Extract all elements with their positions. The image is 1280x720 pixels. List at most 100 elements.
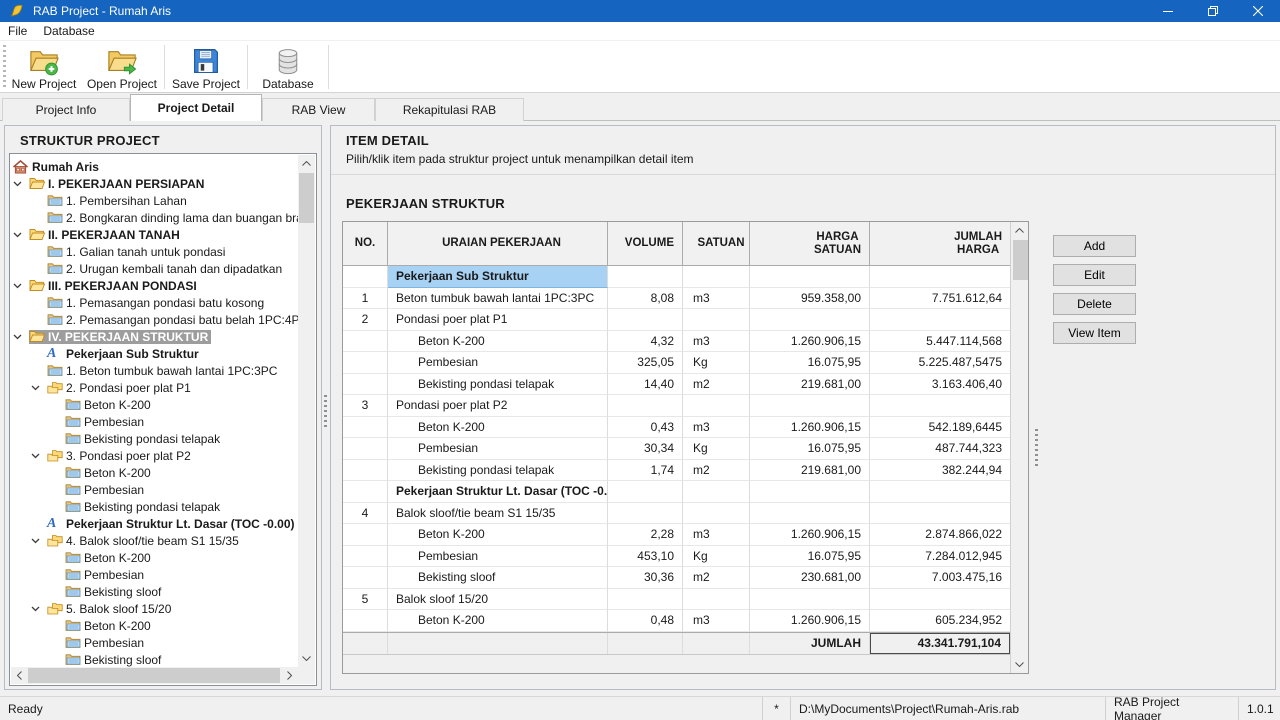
scroll-right-icon[interactable] (281, 667, 298, 684)
chevron-down-icon[interactable] (31, 385, 47, 391)
table-row[interactable]: Pekerjaan Struktur Lt. Dasar (TOC -0.00) (343, 481, 1010, 503)
tab-project-info[interactable]: Project Info (2, 98, 130, 121)
new-project-button[interactable]: New Project (6, 43, 82, 91)
restore-button[interactable] (1190, 0, 1235, 22)
tree-item-label: 3. Pondasi poer plat P2 (65, 449, 191, 463)
tree-item[interactable]: Beton K-200 (11, 464, 298, 481)
tree-item[interactable]: Beton K-200 (11, 396, 298, 413)
scrollbar-thumb[interactable] (1013, 240, 1028, 280)
chevron-down-icon[interactable] (13, 283, 29, 289)
open-project-button[interactable]: Open Project (82, 43, 162, 91)
tab-project-detail[interactable]: Project Detail (130, 94, 262, 121)
tree-item[interactable]: I. PEKERJAAN PERSIAPAN (11, 175, 298, 192)
table-row[interactable]: 2Pondasi poer plat P1 (343, 309, 1010, 331)
item-icon (65, 568, 83, 581)
tree-item-label: 5. Balok sloof 15/20 (65, 602, 171, 616)
tree-item[interactable]: II. PEKERJAAN TANAH (11, 226, 298, 243)
table-row[interactable]: Beton K-2000,48m31.260.906,15605.234,952 (343, 610, 1010, 632)
cell-no: 3 (343, 395, 388, 417)
add-button[interactable]: Add (1053, 235, 1136, 257)
tree-item[interactable]: Beton K-200 (11, 617, 298, 634)
scroll-up-icon[interactable] (1011, 222, 1028, 239)
table-row[interactable]: Bekisting pondasi telapak14,40m2219.681,… (343, 374, 1010, 396)
folder-open-icon (29, 279, 47, 292)
tree-item[interactable]: Pembesian (11, 481, 298, 498)
tree-horizontal-scrollbar[interactable] (11, 667, 298, 684)
tree-item[interactable]: APekerjaan Sub Struktur (11, 345, 298, 362)
tree-item[interactable]: IV. PEKERJAAN STRUKTUR (11, 328, 298, 345)
table-row[interactable]: 1Beton tumbuk bawah lantai 1PC:3PC8,08m3… (343, 288, 1010, 310)
table-row[interactable]: Beton K-2000,43m31.260.906,15542.189,644… (343, 417, 1010, 439)
tree-item[interactable]: 4. Balok sloof/tie beam S1 15/35 (11, 532, 298, 549)
tab-rab-view[interactable]: RAB View (262, 98, 375, 121)
table-row[interactable]: Pembesian30,34Kg16.075,95487.744,323 (343, 438, 1010, 460)
table-splitter[interactable] (1035, 429, 1038, 469)
chevron-down-icon[interactable] (13, 232, 29, 238)
tree-item[interactable]: Rumah Aris (11, 158, 298, 175)
tree-item[interactable]: 3. Pondasi poer plat P2 (11, 447, 298, 464)
scrollbar-thumb[interactable] (299, 173, 314, 223)
tree-item[interactable]: Bekisting sloof (11, 583, 298, 600)
table-row[interactable]: Bekisting pondasi telapak1,74m2219.681,0… (343, 460, 1010, 482)
tree-item[interactable]: Bekisting sloof (11, 651, 298, 667)
cell-jumlah (870, 309, 1010, 331)
tree-item[interactable]: 1. Pembersihan Lahan (11, 192, 298, 209)
table-row[interactable]: Pembesian453,10Kg16.075,957.284.012,945 (343, 546, 1010, 568)
table-row[interactable]: Beton K-2004,32m31.260.906,155.447.114,5… (343, 331, 1010, 353)
chevron-down-icon[interactable] (31, 538, 47, 544)
tree-item[interactable]: 1. Beton tumbuk bawah lantai 1PC:3PC (11, 362, 298, 379)
tree-item[interactable]: Bekisting pondasi telapak (11, 498, 298, 515)
table-vertical-scrollbar[interactable] (1010, 222, 1028, 673)
table-horizontal-scrollbar[interactable] (343, 654, 1010, 674)
cell-harga: 1.260.906,15 (750, 610, 870, 632)
tree-item[interactable]: Pembesian (11, 566, 298, 583)
tree-item[interactable]: Pembesian (11, 413, 298, 430)
tree-item[interactable]: Bekisting pondasi telapak (11, 430, 298, 447)
tree-vertical-scrollbar[interactable] (298, 155, 315, 667)
scroll-left-icon[interactable] (11, 667, 28, 684)
scroll-down-icon[interactable] (298, 650, 315, 667)
menu-file[interactable]: File (0, 22, 35, 41)
save-project-button[interactable]: Save Project (167, 43, 245, 91)
cell-no: 1 (343, 288, 388, 310)
menu-database[interactable]: Database (35, 22, 102, 41)
tree-item[interactable]: Pembesian (11, 634, 298, 651)
table-row[interactable]: Beton K-2002,28m31.260.906,152.874.866,0… (343, 524, 1010, 546)
chevron-down-icon[interactable] (31, 606, 47, 612)
item-icon (47, 194, 65, 207)
item-icon (65, 432, 83, 445)
tree-item[interactable]: 1. Pemasangan pondasi batu kosong (11, 294, 298, 311)
chevron-down-icon[interactable] (13, 181, 29, 187)
table-row[interactable]: 3Pondasi poer plat P2 (343, 395, 1010, 417)
table-row[interactable]: 4Balok sloof/tie beam S1 15/35 (343, 503, 1010, 525)
scroll-down-icon[interactable] (1011, 656, 1028, 673)
edit-button[interactable]: Edit (1053, 264, 1136, 286)
tree-item-label: 2. Bongkaran dinding lama dan buangan br… (65, 211, 298, 225)
panel-splitter[interactable] (324, 395, 327, 429)
table-row[interactable]: 5Balok sloof 15/20 (343, 589, 1010, 611)
table-row[interactable]: Bekisting sloof30,36m2230.681,007.003.47… (343, 567, 1010, 589)
table-row[interactable]: Pembesian325,05Kg16.075,955.225.487,5475 (343, 352, 1010, 374)
scrollbar-thumb[interactable] (28, 668, 280, 683)
database-button[interactable]: Database (250, 43, 326, 91)
tree-item[interactable]: 5. Balok sloof 15/20 (11, 600, 298, 617)
tree-item[interactable]: 2. Urugan kembali tanah dan dipadatkan (11, 260, 298, 277)
tree-item[interactable]: III. PEKERJAAN PONDASI (11, 277, 298, 294)
table-row[interactable]: Pekerjaan Sub Struktur (343, 266, 1010, 288)
scroll-up-icon[interactable] (298, 155, 315, 172)
tree-item[interactable]: APekerjaan Struktur Lt. Dasar (TOC -0.00… (11, 515, 298, 532)
minimize-button[interactable] (1145, 0, 1190, 22)
tree-item[interactable]: 1. Galian tanah untuk pondasi (11, 243, 298, 260)
cell-uraian: Bekisting pondasi telapak (388, 374, 608, 396)
tree-item[interactable]: 2. Bongkaran dinding lama dan buangan br… (11, 209, 298, 226)
tree-item[interactable]: 2. Pondasi poer plat P1 (11, 379, 298, 396)
close-button[interactable] (1235, 0, 1280, 22)
cell-uraian: Pembesian (388, 546, 608, 568)
delete-button[interactable]: Delete (1053, 293, 1136, 315)
tree-item[interactable]: Beton K-200 (11, 549, 298, 566)
tree-item[interactable]: 2. Pemasangan pondasi batu belah 1PC:4PC (11, 311, 298, 328)
chevron-down-icon[interactable] (13, 334, 29, 340)
tab-rekapitulasi-rab[interactable]: Rekapitulasi RAB (375, 98, 524, 121)
view-item-button[interactable]: View Item (1053, 322, 1136, 344)
chevron-down-icon[interactable] (31, 453, 47, 459)
